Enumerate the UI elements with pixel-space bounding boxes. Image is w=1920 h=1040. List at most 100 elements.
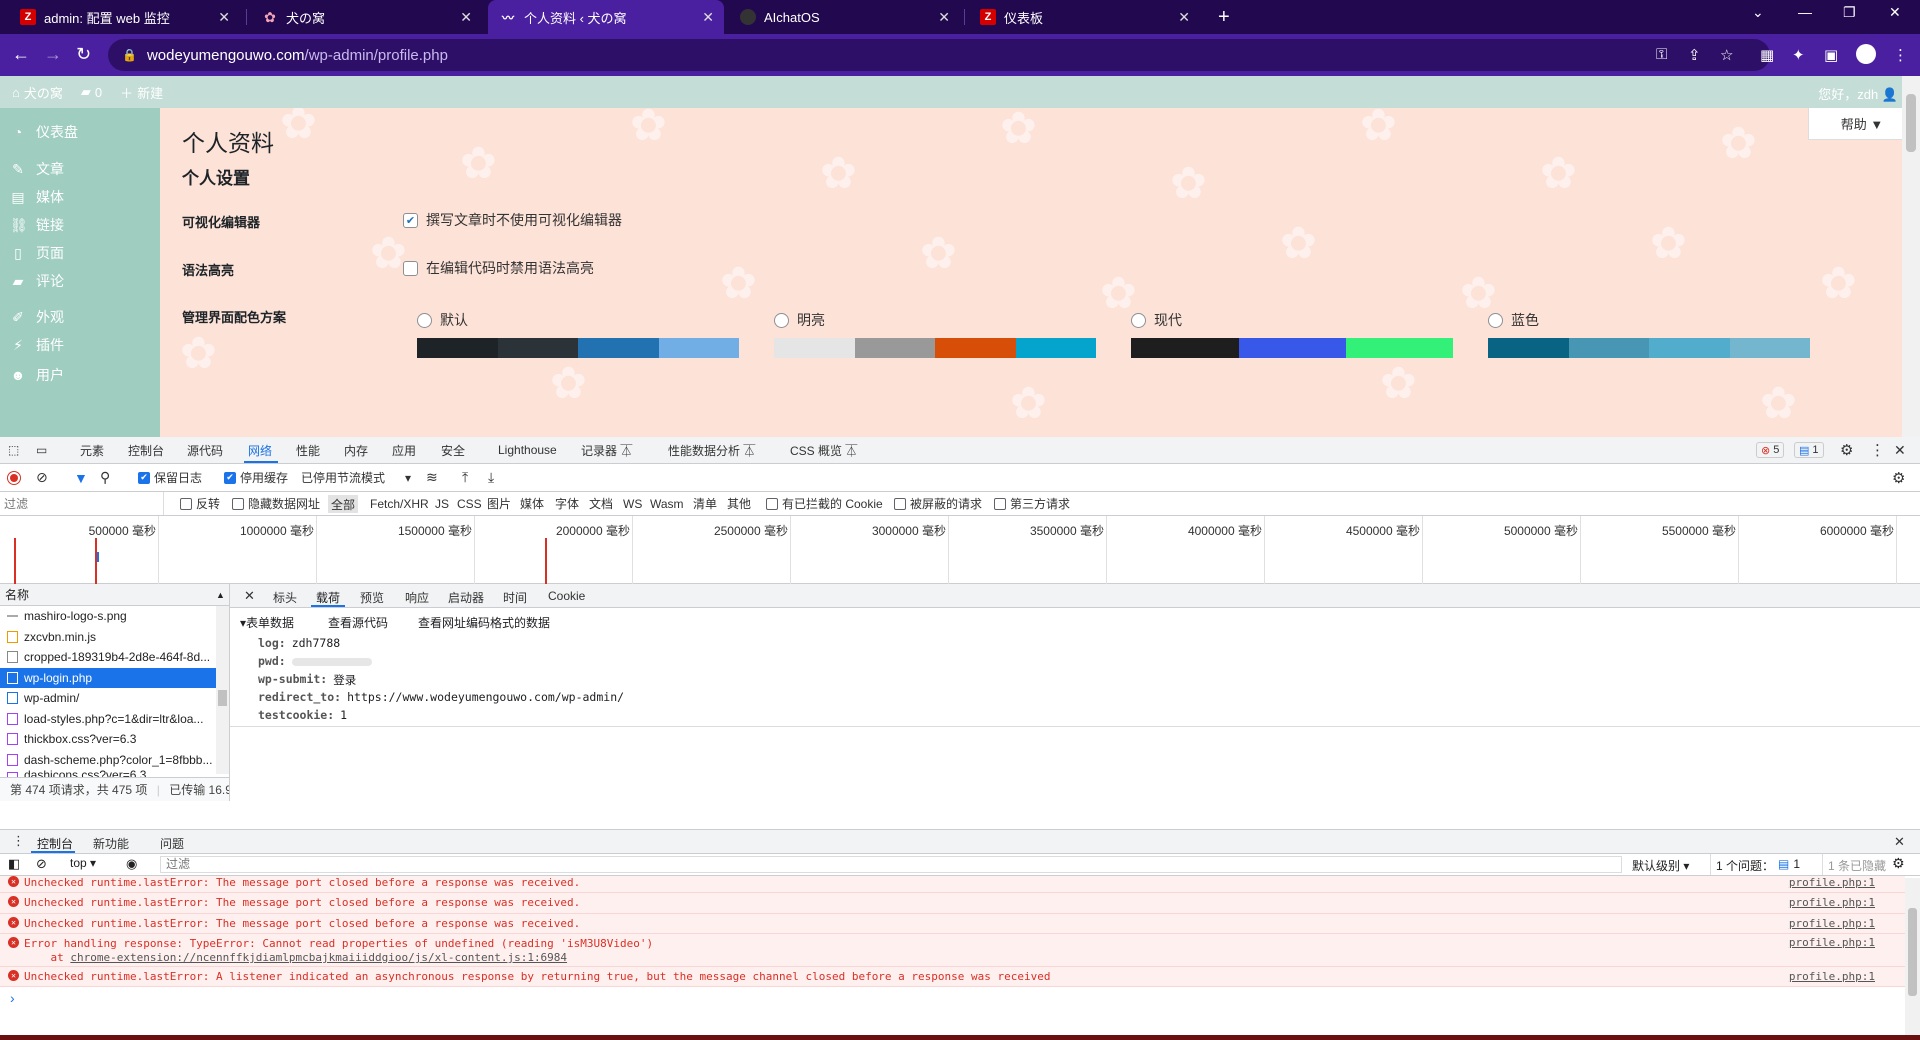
export-har-icon[interactable]: ⤓ xyxy=(488,464,494,491)
type-filter-css[interactable]: CSS xyxy=(457,492,482,515)
trace-link[interactable]: chrome-extension://ncennffkjdiamlpmcbajk… xyxy=(70,951,567,964)
source-link[interactable]: profile.php:1 xyxy=(1789,914,1875,933)
minimize-button[interactable]: — xyxy=(1798,4,1812,20)
blocked-requests-checkbox[interactable] xyxy=(894,497,906,510)
blocked-cookies-checkbox[interactable] xyxy=(766,497,778,510)
preserve-log-checkbox[interactable]: ✔ xyxy=(138,471,150,484)
forward-button[interactable]: → xyxy=(44,44,62,65)
new-content-link[interactable]: ＋ 新建 xyxy=(120,83,163,102)
disable-cache-checkbox[interactable]: ✔ xyxy=(224,471,236,484)
scheme-radio[interactable] xyxy=(774,312,789,328)
type-filter-font[interactable]: 字体 xyxy=(555,492,579,515)
hide-data-urls-checkbox[interactable] xyxy=(232,497,244,510)
help-button[interactable]: 帮助 ▼ xyxy=(1808,108,1902,140)
scheme-blue[interactable]: 蓝色 xyxy=(1488,310,1810,358)
visual-editor-checkbox[interactable]: ✔ xyxy=(403,212,418,228)
type-filter-other[interactable]: 其他 xyxy=(727,492,751,515)
type-filter-media[interactable]: 媒体 xyxy=(520,492,544,515)
scrollbar-thumb[interactable] xyxy=(218,690,227,706)
settings-gear-icon[interactable]: ⚙ xyxy=(1840,437,1853,463)
network-settings-gear-icon[interactable]: ⚙ xyxy=(1892,464,1905,491)
address-bar[interactable]: 🔒 wodeyumengouwo.com/wp-admin/profile.ph… xyxy=(108,39,1770,71)
blocked-requests-option[interactable]: 被屏蔽的请求 xyxy=(894,492,982,515)
tab-css-overview[interactable]: CSS 概览 ⏄ xyxy=(790,437,857,463)
close-window-button[interactable]: ✕ xyxy=(1889,4,1901,21)
console-error-message[interactable]: ✕ Unchecked runtime.lastError: The messa… xyxy=(0,893,1905,914)
type-filter-ws[interactable]: WS xyxy=(623,492,642,515)
network-filter-input[interactable]: 过滤 xyxy=(4,492,164,515)
menu-links[interactable]: ⛓ 链接 xyxy=(10,215,64,235)
request-row-selected[interactable]: wp-login.php xyxy=(0,667,229,688)
type-filter-doc[interactable]: 文档 xyxy=(589,492,613,515)
search-icon[interactable]: ⚲ xyxy=(100,464,110,491)
type-filter-img[interactable]: 图片 xyxy=(487,492,511,515)
invert-option[interactable]: 反转 xyxy=(180,492,220,515)
type-filter-fetch-xhr[interactable]: Fetch/XHR xyxy=(370,492,429,515)
site-home-link[interactable]: ⌂ 犬の窝 xyxy=(12,83,63,102)
back-button[interactable]: ← xyxy=(12,44,30,65)
tab-whats-new[interactable]: 新功能 xyxy=(93,835,129,852)
tab-site-home[interactable]: ✿ 犬の窝 ✕ xyxy=(250,0,482,34)
reload-button[interactable]: ↻ xyxy=(76,44,91,65)
close-icon[interactable]: ✕ xyxy=(1178,9,1190,26)
message-badge[interactable]: ▤ 1 xyxy=(1794,437,1824,463)
tab-timing[interactable]: 时间 xyxy=(503,589,527,606)
tab-recorder[interactable]: 记录器 ⏄ xyxy=(581,437,632,463)
side-panel-icon[interactable]: ▣ xyxy=(1824,46,1838,64)
tab-console[interactable]: 控制台 xyxy=(128,437,164,463)
tab-payload[interactable]: 载荷 xyxy=(316,589,340,606)
console-error-message[interactable]: ✕ Unchecked runtime.lastError: The messa… xyxy=(0,876,1905,893)
new-tab-button[interactable]: + xyxy=(1218,6,1230,29)
close-icon[interactable]: ✕ xyxy=(702,9,714,26)
third-party-checkbox[interactable] xyxy=(994,497,1006,510)
extension-icon[interactable]: ▦ xyxy=(1760,46,1774,64)
network-timeline-overview[interactable]: 500000 毫秒 1000000 毫秒 1500000 毫秒 2000000 … xyxy=(0,516,1920,584)
key-icon[interactable]: ⚿ xyxy=(1656,46,1667,63)
scrollbar-thumb[interactable] xyxy=(1908,908,1917,996)
scheme-radio[interactable] xyxy=(1131,312,1146,328)
close-icon[interactable]: ✕ xyxy=(460,9,472,26)
request-list-scrollbar[interactable] xyxy=(216,606,229,774)
tab-issues[interactable]: 问题 xyxy=(160,835,184,852)
tab-admin-web-monitor[interactable]: Z admin: 配置 web 监控 ✕ xyxy=(8,0,240,34)
console-scrollbar[interactable] xyxy=(1905,878,1920,1036)
console-filter-input[interactable]: 过滤 xyxy=(160,856,1622,873)
tab-elements[interactable]: 元素 xyxy=(80,437,104,463)
console-prompt[interactable]: › xyxy=(10,990,15,1006)
tab-performance[interactable]: 性能 xyxy=(296,437,320,463)
eye-icon[interactable]: ◉ xyxy=(126,856,137,872)
error-badge[interactable]: ⊗ 5 xyxy=(1756,437,1785,463)
menu-pages[interactable]: ▯ 页面 xyxy=(10,243,64,263)
syntax-highlight-checkbox[interactable] xyxy=(403,260,418,276)
visual-editor-option[interactable]: ✔ 撰写文章时不使用可视化编辑器 xyxy=(403,210,622,230)
console-error-message[interactable]: ✕ Unchecked runtime.lastError: The messa… xyxy=(0,914,1905,934)
source-link[interactable]: profile.php:1 xyxy=(1789,876,1875,889)
extensions-puzzle-icon[interactable]: ✦ xyxy=(1792,46,1805,64)
request-row[interactable]: mashiro-logo-s.png xyxy=(0,606,229,627)
name-column-header[interactable]: 名称 ▲ xyxy=(0,584,229,606)
request-row[interactable]: thickbox.css?ver=6.3 xyxy=(0,729,229,750)
menu-posts[interactable]: ✎ 文章 xyxy=(10,159,64,179)
preserve-log-option[interactable]: ✔ 保留日志 xyxy=(138,464,202,491)
menu-plugins[interactable]: ⚡ 插件 xyxy=(10,335,64,355)
page-scrollbar[interactable] xyxy=(1902,76,1920,437)
tab-sources[interactable]: 源代码 xyxy=(187,437,223,463)
record-button[interactable] xyxy=(8,464,20,491)
clear-console-icon[interactable]: ⊘ xyxy=(36,856,47,872)
request-row[interactable]: dash-scheme.php?color_1=8fbbb... xyxy=(0,750,229,771)
my-account-link[interactable]: 您好，zdh 👤 xyxy=(1818,84,1898,103)
tab-network[interactable]: 网络 xyxy=(248,437,272,463)
log-levels-select[interactable]: 默认级别 ▾ xyxy=(1632,857,1689,874)
close-icon[interactable]: ✕ xyxy=(938,9,950,26)
tab-security[interactable]: 安全 xyxy=(441,437,465,463)
third-party-option[interactable]: 第三方请求 xyxy=(994,492,1070,515)
scheme-radio[interactable] xyxy=(1488,312,1503,328)
scheme-default[interactable]: 默认 xyxy=(417,310,739,358)
throttle-select[interactable]: 已停用节流模式 ▾ xyxy=(301,464,411,491)
tab-headers[interactable]: 标头 xyxy=(273,589,297,606)
disable-cache-option[interactable]: ✔ 停用缓存 xyxy=(224,464,288,491)
scrollbar-thumb[interactable] xyxy=(1906,94,1916,152)
invert-checkbox[interactable] xyxy=(180,497,192,510)
request-row[interactable]: wp-admin/ xyxy=(0,688,229,709)
tab-application[interactable]: 应用 xyxy=(392,437,416,463)
